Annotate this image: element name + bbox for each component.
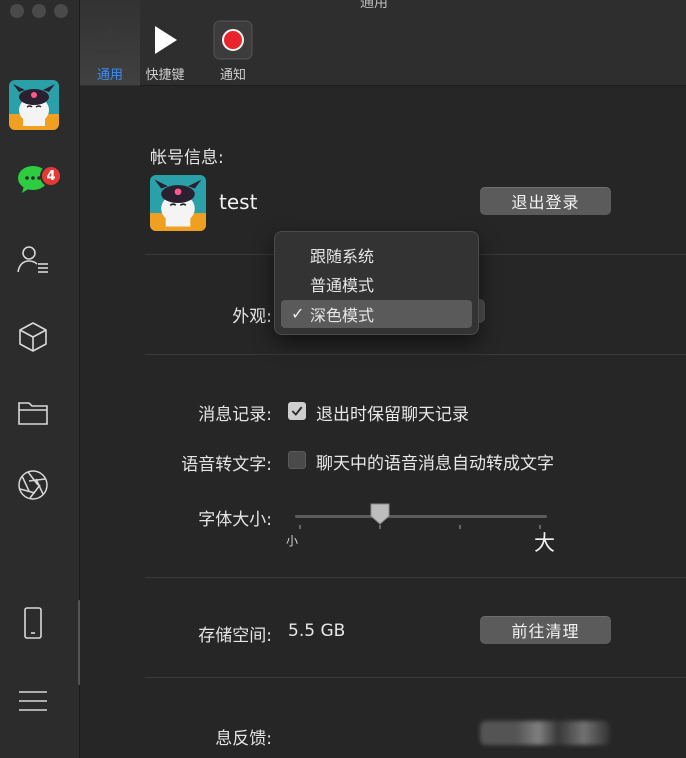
general-icon [90, 20, 130, 60]
sidebar: 4 [0, 0, 80, 758]
divider [145, 677, 686, 678]
feedback-label: 息反馈: [215, 729, 272, 749]
storage-value: 5.5 GB [288, 621, 346, 641]
sidebar-item-files[interactable] [14, 394, 52, 432]
slider-tick [299, 525, 301, 529]
appearance-option-dark[interactable]: ✓ 深色模式 [281, 300, 472, 328]
sidebar-item-discover[interactable] [14, 318, 52, 356]
contacts-icon [17, 246, 48, 273]
settings-panel: 帐号信息: test 退出登录 外观: 消息记录: 退出时保留聊天记录 语音转文… [80, 87, 686, 758]
font-size-label: 字体大小: [198, 510, 272, 530]
checkmark-icon [291, 406, 303, 416]
font-size-min-label: 小 [286, 534, 299, 548]
account-avatar-icon [150, 175, 206, 231]
slider-tick [379, 525, 381, 529]
minimize-window-button[interactable] [32, 4, 46, 18]
appearance-dropdown-menu: 跟随系统 普通模式 ✓ 深色模式 [274, 231, 479, 335]
menu-icon [19, 691, 47, 711]
phone-icon [24, 607, 42, 639]
sidebar-item-moments[interactable] [14, 466, 52, 504]
appearance-option-label: 普通模式 [310, 276, 375, 295]
appearance-label: 外观: [232, 307, 272, 327]
zoom-window-button[interactable] [54, 4, 68, 18]
tab-general-label: 通用 [96, 68, 123, 83]
appearance-option-normal[interactable]: 普通模式 [281, 270, 472, 298]
tab-general[interactable]: 通用 [80, 0, 140, 86]
keep-history-text: 退出时保留聊天记录 [316, 405, 469, 425]
voice-to-text-checkbox[interactable] [288, 451, 306, 469]
font-size-max-label: 大 [534, 531, 555, 555]
check-icon: ✓ [291, 304, 305, 323]
tab-notifications-label: 通知 [219, 68, 246, 83]
record-icon [213, 20, 253, 60]
avatar-image-icon [9, 80, 59, 130]
preferences-toolbar: 通用 快捷键 通知 [80, 0, 686, 86]
appearance-option-label: 跟随系统 [310, 247, 375, 266]
sidebar-item-contacts[interactable] [14, 240, 52, 278]
avatar[interactable] [9, 80, 59, 130]
font-size-slider-thumb[interactable] [370, 503, 390, 525]
tab-shortcuts-label: 快捷键 [145, 68, 185, 83]
feedback-button[interactable] [480, 721, 610, 745]
sidebar-item-more[interactable] [14, 682, 52, 720]
tab-shortcuts[interactable]: 快捷键 [135, 0, 195, 86]
appearance-option-system[interactable]: 跟随系统 [281, 241, 472, 269]
play-icon [145, 20, 185, 60]
slider-tick [459, 525, 461, 529]
account-section-label: 帐号信息: [150, 148, 224, 168]
divider [145, 354, 686, 355]
sidebar-item-phone[interactable] [14, 604, 52, 642]
keep-history-checkbox[interactable] [288, 402, 306, 420]
account-name: test [219, 190, 258, 214]
clean-storage-button[interactable]: 前往清理 [480, 616, 611, 644]
aperture-icon [18, 470, 48, 500]
appearance-option-label: 深色模式 [310, 306, 375, 325]
voice-to-text-text: 聊天中的语音消息自动转成文字 [316, 454, 554, 474]
voice-label: 语音转文字: [181, 455, 272, 475]
folder-icon [18, 402, 48, 425]
font-size-slider-track[interactable] [295, 515, 547, 518]
window-title: 通用 [360, 0, 388, 11]
account-avatar [150, 175, 206, 231]
storage-label: 存储空间: [198, 626, 272, 646]
divider [145, 577, 686, 578]
history-label: 消息记录: [198, 405, 272, 425]
tab-notifications[interactable]: 通知 [203, 0, 263, 86]
window-controls [10, 4, 68, 18]
close-window-button[interactable] [10, 4, 24, 18]
unread-badge: 4 [40, 165, 62, 187]
cube-icon [19, 322, 47, 352]
logout-button[interactable]: 退出登录 [480, 187, 611, 215]
